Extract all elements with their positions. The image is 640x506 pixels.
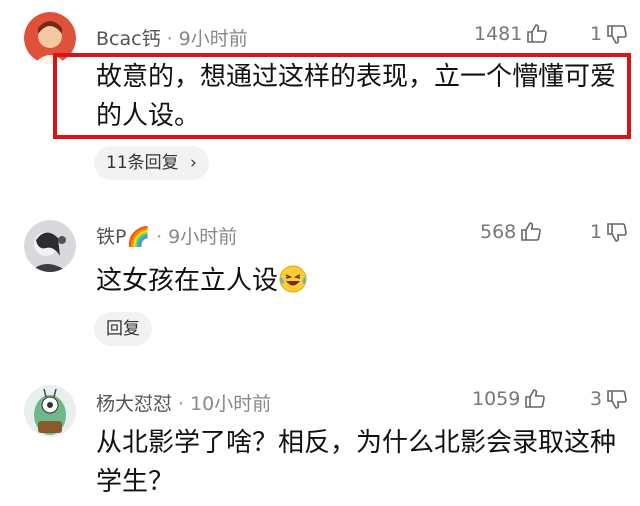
replies-label: 11条回复 xyxy=(106,153,179,173)
username[interactable]: 铁P🌈 xyxy=(96,226,150,248)
thumbs-down-icon xyxy=(607,223,627,242)
comment-text: 故意的，想通过这样的表现，立一个懵懂可爱的人设。 xyxy=(96,62,617,131)
username[interactable]: Bcac钙 xyxy=(96,28,161,50)
reply-label: 回复 xyxy=(106,319,140,339)
like-button[interactable]: 568 xyxy=(480,220,543,244)
replies-button[interactable]: 11条回复 › xyxy=(94,146,209,180)
thumbs-up-icon xyxy=(525,389,546,408)
thumbs-down-icon xyxy=(607,25,627,44)
comment-text-body: 这女孩在立人设 xyxy=(96,266,279,296)
dislike-count: 3 xyxy=(590,388,603,410)
like-count: 1059 xyxy=(472,388,521,410)
comment-meta: Bcac钙 · 9小时前 xyxy=(96,28,248,50)
dislike-button[interactable]: 1 xyxy=(590,220,629,244)
avatar[interactable] xyxy=(24,385,76,437)
reply-button[interactable]: 回复 xyxy=(94,312,152,346)
like-count: 1481 xyxy=(474,23,523,45)
thumbs-down-icon xyxy=(607,390,627,409)
comment-meta: 杨大怼怼 · 10小时前 xyxy=(96,393,272,415)
thumbs-up-icon xyxy=(527,24,548,43)
dislike-button[interactable]: 3 xyxy=(590,387,629,411)
avatar[interactable] xyxy=(24,220,76,272)
thumbs-up-icon xyxy=(521,222,542,241)
like-count: 568 xyxy=(480,221,517,243)
chevron-right-icon: › xyxy=(190,153,197,173)
like-button[interactable]: 1059 xyxy=(472,387,547,411)
timestamp: 9小时前 xyxy=(178,28,248,50)
username[interactable]: 杨大怼怼 xyxy=(96,393,172,415)
comment-text: 从北影学了啥？相反，为什么北影会录取这种学生？ xyxy=(96,428,617,497)
dislike-count: 1 xyxy=(590,221,603,243)
comment-text: 这女孩在立人设 xyxy=(96,262,624,301)
timestamp: 10小时前 xyxy=(190,393,272,415)
dislike-button[interactable]: 1 xyxy=(590,22,629,46)
timestamp: 9小时前 xyxy=(168,226,238,248)
laughing-crying-face-icon xyxy=(279,265,307,293)
like-button[interactable]: 1481 xyxy=(474,22,549,46)
comment-meta: 铁P🌈 · 9小时前 xyxy=(96,226,238,248)
dislike-count: 1 xyxy=(590,23,603,45)
